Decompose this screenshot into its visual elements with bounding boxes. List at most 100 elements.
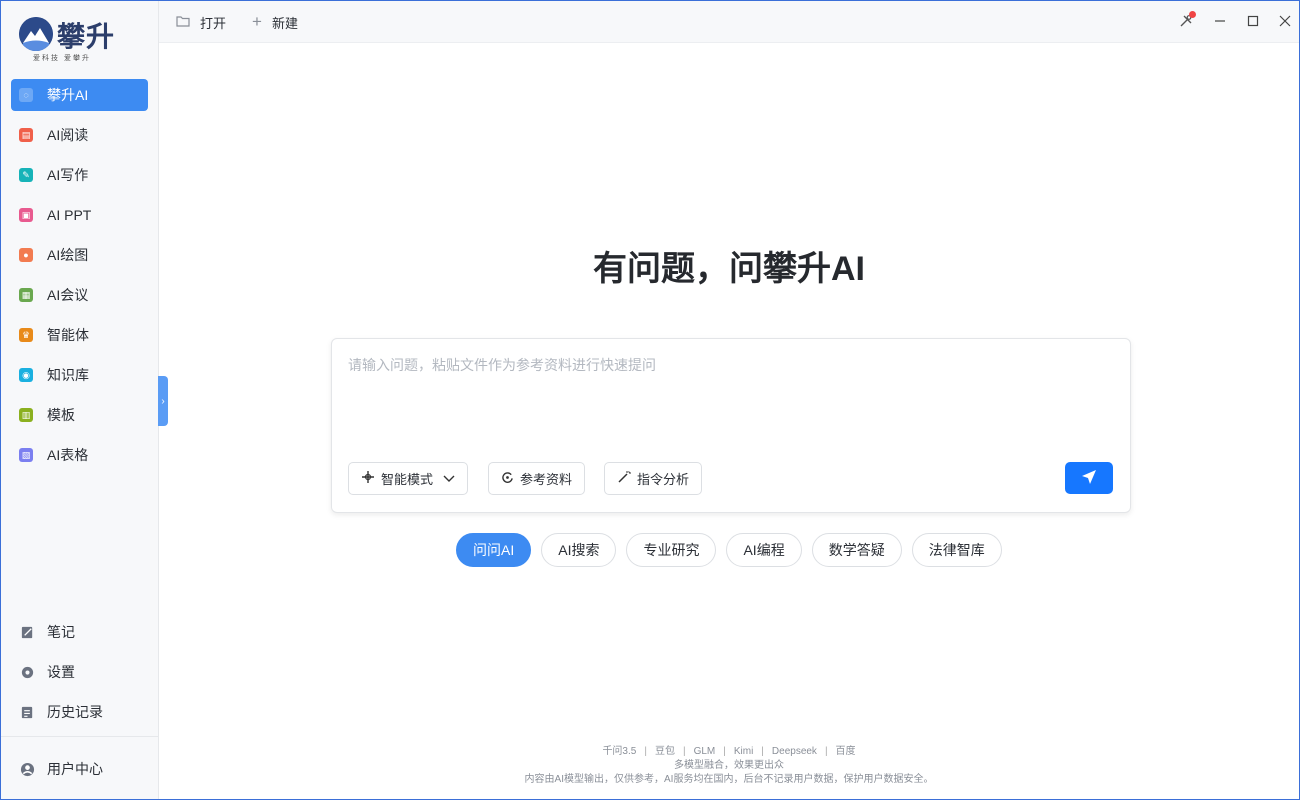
sidebar-item-label: AI绘图 <box>47 247 89 263</box>
new-button[interactable]: + 新建 <box>252 12 298 32</box>
open-label: 打开 <box>200 15 227 31</box>
page-headline: 有问题，问攀升AI <box>593 250 865 288</box>
close-button[interactable] <box>1274 11 1296 33</box>
chat-icon: ◌ <box>19 88 33 102</box>
sidebar-bottom-nav: 笔记 设置 历史记录 <box>11 616 148 736</box>
mode-chip-5[interactable]: 法律智库 <box>911 533 1002 567</box>
footer-model-name: Kimi <box>733 746 754 757</box>
sidebar-bottom-label: 历史记录 <box>47 704 103 720</box>
user-icon <box>19 761 35 777</box>
sidebar-item-label: AI写作 <box>47 167 89 183</box>
sidebar-nav: ◌ 攀升AI ▤ AI阅读 ✎ AI写作 ▣ AI PPT ● AI绘图 ▦ AI会议 ♛ 智能体 ◉ 知识库… <box>11 79 148 479</box>
sidebar-item-label: 模板 <box>47 407 75 423</box>
footer-tagline: 多模型融合，效果更出众 <box>674 760 784 771</box>
reader-icon: ▤ <box>19 128 33 142</box>
footer-model-name: 百度 <box>835 746 856 757</box>
mode-chip-4[interactable]: 数学答疑 <box>811 533 902 567</box>
mode-chip-0[interactable]: 问问AI <box>456 533 532 567</box>
sidebar-item-4[interactable]: ● AI绘图 <box>11 239 148 271</box>
sidebar-item-2[interactable]: ✎ AI写作 <box>11 159 148 191</box>
user-center-button[interactable]: 用户中心 <box>19 753 103 785</box>
sidebar-item-label: AI阅读 <box>47 127 89 143</box>
sidebar-bottom-item-0[interactable]: 笔记 <box>11 616 148 648</box>
sidebar-item-5[interactable]: ▦ AI会议 <box>11 279 148 311</box>
meeting-icon: ▦ <box>19 288 33 302</box>
sidebar-item-label: 智能体 <box>47 327 89 343</box>
reference-button[interactable]: 参考资料 <box>488 462 586 495</box>
chevron-down-icon <box>443 471 455 486</box>
footer-model-name: GLM <box>693 746 716 757</box>
sidebar-item-3[interactable]: ▣ AI PPT <box>11 199 148 231</box>
history-icon <box>19 704 35 720</box>
sidebar-item-9[interactable]: ▧ AI表格 <box>11 439 148 471</box>
plus-icon: + <box>252 12 262 31</box>
open-button[interactable]: 打开 <box>176 12 226 32</box>
mode-chip-2[interactable]: 专业研究 <box>626 533 717 567</box>
mode-chips: 问问AI AI搜索 专业研究 AI编程 数学答疑 法律智库 <box>456 533 1012 567</box>
sheet-icon: ▧ <box>19 448 33 462</box>
logo-mountain-icon <box>19 17 53 51</box>
footer-model-name: 豆包 <box>654 746 675 757</box>
sidebar-item-label: 知识库 <box>47 367 89 383</box>
mode-icon <box>361 470 375 487</box>
crown-icon: ♛ <box>19 328 33 342</box>
footer-models: 千问3.5 | 豆包 | GLM | Kimi | Deepseek | 百度 <box>159 745 1299 759</box>
palette-icon: ● <box>19 248 33 262</box>
question-input-card: 智能模式 参考资料 指令分析 <box>331 338 1131 513</box>
logo: 攀升 爱科技 爱攀升 <box>19 13 129 63</box>
new-label: 新建 <box>271 15 298 31</box>
sidebar-collapse-handle[interactable]: › <box>158 376 168 426</box>
tools-button[interactable] <box>1175 11 1197 33</box>
app-window: 攀升 爱科技 爱攀升 ◌ 攀升AI ▤ AI阅读 ✎ AI写作 ▣ AI PPT ● AI绘图 ▦ A… <box>0 0 1300 800</box>
sidebar-bottom-item-1[interactable]: 设置 <box>11 656 148 688</box>
mode-chip-3[interactable]: AI编程 <box>726 533 802 567</box>
sidebar-item-7[interactable]: ◉ 知识库 <box>11 359 148 391</box>
folder-icon <box>176 14 190 30</box>
question-input[interactable] <box>348 355 1108 445</box>
sidebar-bottom-label: 笔记 <box>47 624 75 640</box>
sidebar-item-0[interactable]: ◌ 攀升AI <box>11 79 148 111</box>
sidebar-bottom-label: 设置 <box>47 664 75 680</box>
template-icon: ▥ <box>19 408 33 422</box>
smart-mode-label: 智能模式 <box>381 472 434 487</box>
knowledge-icon: ◉ <box>19 368 33 382</box>
sidebar-item-label: AI会议 <box>47 287 89 303</box>
sidebar-item-label: 攀升AI <box>47 87 89 103</box>
sidebar-item-8[interactable]: ▥ 模板 <box>11 399 148 431</box>
footer-separator: | <box>824 746 828 757</box>
footer-separator: | <box>723 746 726 757</box>
sidebar: 攀升 爱科技 爱攀升 ◌ 攀升AI ▤ AI阅读 ✎ AI写作 ▣ AI PPT ● AI绘图 ▦ A… <box>1 1 159 799</box>
maximize-button[interactable] <box>1242 11 1264 33</box>
sidebar-item-label: AI PPT <box>47 207 92 223</box>
gear-icon <box>19 664 35 680</box>
note-icon <box>19 624 35 640</box>
user-center-label: 用户中心 <box>47 761 103 777</box>
ppt-icon: ▣ <box>19 208 33 222</box>
instruction-analysis-label: 指令分析 <box>637 472 690 487</box>
footer: 千问3.5 | 豆包 | GLM | Kimi | Deepseek | 百度 多模型融合，效果更出… <box>159 745 1299 787</box>
footer-disclaimer: 内容由AI模型输出，仅供参考，AI服务均在国内，后台不记录用户数据，保护用户数据… <box>524 774 934 785</box>
sidebar-item-label: AI表格 <box>47 447 89 463</box>
chevron-right-icon: › <box>161 395 165 407</box>
maximize-icon <box>1247 14 1259 30</box>
magic-wand-icon <box>617 470 631 487</box>
minimize-icon <box>1214 14 1226 30</box>
footer-model-name: Deepseek <box>771 746 817 757</box>
footer-model-name: 千问3.5 <box>602 746 637 757</box>
sidebar-divider <box>1 736 158 737</box>
close-icon <box>1279 14 1291 30</box>
smart-mode-dropdown[interactable]: 智能模式 <box>348 462 469 495</box>
minimize-button[interactable] <box>1209 11 1231 33</box>
sidebar-bottom-item-2[interactable]: 历史记录 <box>11 696 148 728</box>
instruction-analysis-button[interactable]: 指令分析 <box>604 462 703 495</box>
send-icon <box>1080 468 1098 489</box>
sidebar-item-6[interactable]: ♛ 智能体 <box>11 319 148 351</box>
logo-subtitle: 爱科技 爱攀升 <box>33 55 91 62</box>
send-button[interactable] <box>1065 462 1113 494</box>
mode-chip-1[interactable]: AI搜索 <box>541 533 617 567</box>
reference-label: 参考资料 <box>520 472 573 487</box>
footer-separator: | <box>682 746 686 757</box>
footer-separator: | <box>761 746 764 757</box>
notification-dot <box>1189 11 1196 18</box>
sidebar-item-1[interactable]: ▤ AI阅读 <box>11 119 148 151</box>
